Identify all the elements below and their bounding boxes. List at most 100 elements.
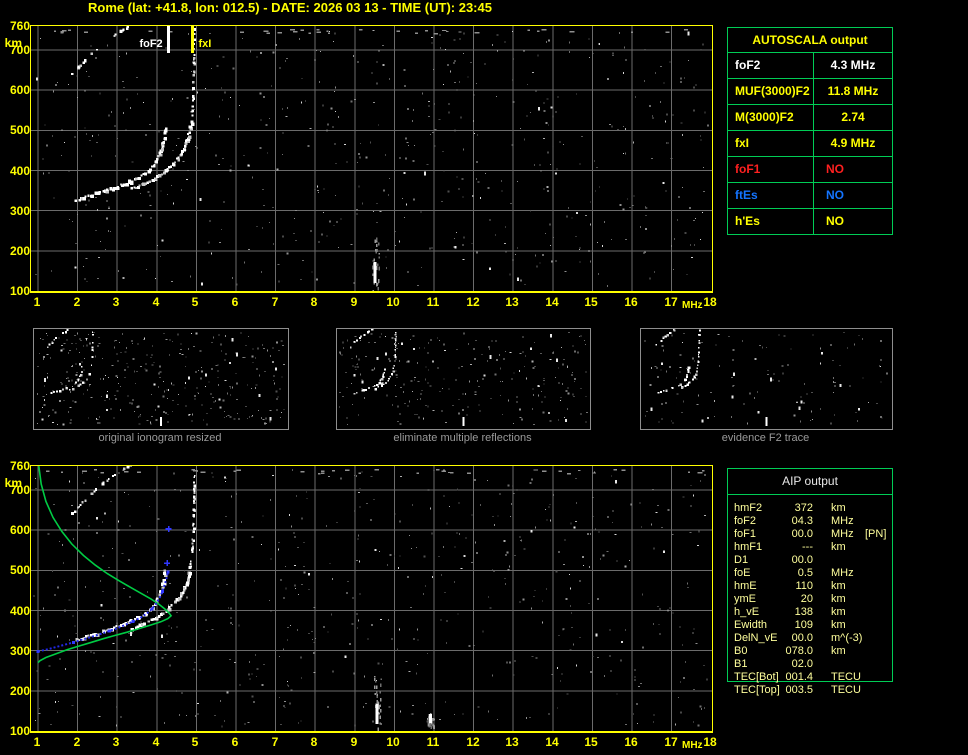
- fof2-marker-label: foF2: [139, 38, 162, 50]
- aip-row-value: 00.0: [791, 632, 813, 644]
- table-row: foF2 4.3 MHz: [728, 53, 892, 79]
- x-axis-unit-label: MHz: [682, 740, 703, 751]
- autoscala-header: AUTOSCALA output: [728, 28, 892, 53]
- x-axis-label: 16: [624, 735, 638, 749]
- aip-row: h_vE 138 km: [727, 606, 962, 619]
- f2-trace: [71, 466, 196, 642]
- table-row: foF1 NO: [728, 157, 892, 183]
- row-label: ftEs: [728, 183, 814, 208]
- row-value: 4.9 MHz: [830, 136, 876, 150]
- y-axis-label: 300: [9, 204, 30, 218]
- aip-row-unit: km: [831, 606, 846, 618]
- y-axis-label: 500: [9, 563, 30, 577]
- aip-row-extra: [PN]: [865, 528, 887, 540]
- row-value: NO: [826, 214, 844, 228]
- ionogram-bottom-plot: [30, 465, 713, 733]
- x-axis-label: 9: [350, 735, 358, 749]
- thumbnail-eliminate-reflections: [336, 328, 591, 430]
- aip-row: B1 02.0: [727, 658, 962, 671]
- table-row: ftEs NO: [728, 183, 892, 209]
- aip-row: D1 00.0: [727, 554, 962, 567]
- y-axis-label: 600: [9, 523, 30, 537]
- aip-row: Ewidth 109 km: [727, 619, 962, 632]
- x-axis-label: 13: [505, 295, 519, 309]
- x-axis-label: 3: [112, 295, 120, 309]
- thumbnail-original-ionogram: [33, 328, 289, 430]
- x-axis-label: 13: [505, 735, 519, 749]
- x-axis-label: 2: [73, 295, 81, 309]
- fxi-marker-label: fxI: [198, 38, 211, 50]
- row-label: h'Es: [728, 209, 814, 234]
- thumbnail-caption: original ionogram resized: [98, 432, 222, 444]
- aip-row-value: 04.3: [791, 515, 813, 527]
- aip-row-unit: km: [831, 580, 846, 592]
- aip-row-value: 00.0: [791, 554, 813, 566]
- thumbnail-caption: eliminate multiple reflections: [393, 432, 532, 444]
- aip-row-label: hmE: [734, 580, 757, 592]
- aip-row: B0 078.0 km: [727, 645, 962, 658]
- row-value: 2.74: [841, 110, 865, 124]
- aip-row: DelN_vE 00.0 m^(-3): [727, 632, 962, 645]
- aip-row: foE 0.5 MHz: [727, 567, 962, 580]
- aip-row-label: Ewidth: [734, 619, 768, 631]
- aip-row-unit: km: [831, 645, 846, 657]
- aip-row-unit: km: [831, 541, 846, 553]
- aip-row-value: 0.5: [797, 567, 813, 579]
- x-axis-label: 12: [466, 295, 480, 309]
- aip-row-unit: TECU: [831, 671, 861, 683]
- x-axis-label: 1: [33, 295, 41, 309]
- x-axis-label: 4: [152, 295, 160, 309]
- aip-row: TEC[Top] 003.5 TECU: [727, 684, 962, 697]
- row-value: NO: [826, 188, 844, 202]
- aip-row-unit: MHz: [831, 528, 854, 540]
- fxi-marker-line: [190, 26, 194, 53]
- y-axis-label: 600: [9, 83, 30, 97]
- x-axis-label: 7: [271, 295, 279, 309]
- aip-row-value: 109: [794, 619, 813, 631]
- aip-row-label: ymE: [734, 593, 756, 605]
- x-axis-label: 1: [33, 735, 41, 749]
- y-axis-label: 760: [9, 459, 30, 473]
- x-axis-label: 12: [466, 735, 480, 749]
- aip-row-label: foF1: [734, 528, 757, 540]
- fitted-trace-point: [160, 590, 164, 594]
- x-axis-label: 4: [152, 735, 160, 749]
- y-axis-unit-label: km: [4, 36, 22, 50]
- y-axis-label: 300: [9, 644, 30, 658]
- aip-row: foF2 04.3 MHz: [727, 515, 962, 528]
- fitted-trace-point: [150, 607, 154, 611]
- autoscala-window: Rome (lat: +41.8, lon: 012.5) - DATE: 20…: [0, 0, 968, 755]
- ionogram-top-svg: foF2 fxI: [31, 26, 712, 291]
- aip-row-unit: MHz: [831, 515, 854, 527]
- aip-row-unit: MHz: [831, 567, 854, 579]
- aip-row-label: hmF1: [734, 541, 763, 553]
- aip-row: hmF1 --- km: [727, 541, 962, 554]
- aip-row-value: ---: [802, 541, 813, 553]
- aip-row-value: 02.0: [791, 658, 813, 670]
- y-axis-label: 760: [9, 19, 30, 33]
- aip-row-unit: km: [831, 593, 846, 605]
- interference-artifact: [160, 417, 162, 426]
- aip-row-value: 078.0: [785, 645, 813, 657]
- aip-row: foF1 00.0 MHz [PN]: [727, 528, 962, 541]
- ionogram-top-plot: foF2 fxI: [30, 25, 713, 293]
- aip-row-label: D1: [734, 554, 749, 566]
- aip-row-label: hmF2: [734, 502, 763, 514]
- aip-row-value: 372: [794, 502, 813, 514]
- row-label: fxI: [728, 131, 814, 156]
- aip-row: ymE 20 km: [727, 593, 962, 606]
- aip-rows: hmF2 372 km foF2 04.3 MHz foF1 00.0 MHz [PN] hmF1 -…: [727, 468, 962, 708]
- y-axis-label: 200: [9, 684, 30, 698]
- row-value: NO: [826, 162, 844, 176]
- interference-artifact: [462, 417, 465, 426]
- row-label: MUF(3000)F2: [728, 79, 814, 104]
- table-row: fxI 4.9 MHz: [728, 131, 892, 157]
- aip-row-label: B1: [734, 658, 748, 670]
- x-axis-label: 7: [271, 735, 279, 749]
- y-axis-label: 400: [9, 164, 30, 178]
- x-axis-label: 8: [310, 295, 318, 309]
- x-axis-label: 6: [231, 295, 239, 309]
- x-axis-label: 5: [191, 735, 199, 749]
- x-axis-label: 10: [386, 295, 400, 309]
- x-axis-label: 6: [231, 735, 239, 749]
